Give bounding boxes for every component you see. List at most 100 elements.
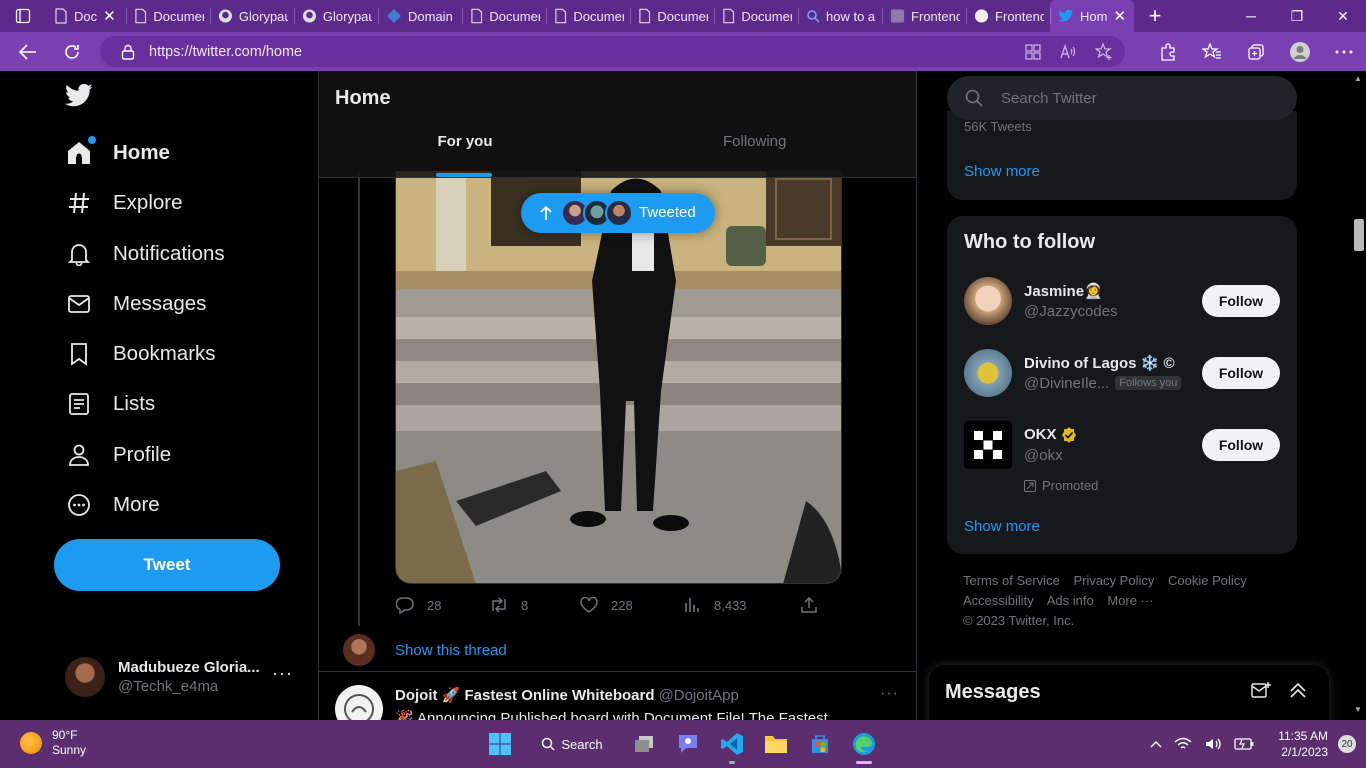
address-bar[interactable]: https://twitter.com/home — [100, 36, 1125, 67]
footer-cookie-link[interactable]: Cookie Policy — [1168, 573, 1247, 588]
follow-button[interactable]: Follow — [1202, 285, 1280, 317]
new-tab-button[interactable]: + — [1138, 0, 1172, 32]
start-button[interactable] — [478, 722, 522, 766]
tweet[interactable]: Dojoit 🚀 Fastest Online Whiteboard @Dojoi… — [319, 673, 916, 720]
messages-drawer[interactable]: Messages — [929, 665, 1329, 720]
follow-suggestion[interactable]: Jasmine👩‍🚀 @Jazzycodes Follow — [947, 277, 1297, 349]
favorites-button[interactable] — [1190, 32, 1234, 71]
follow-button[interactable]: Follow — [1202, 357, 1280, 389]
follow-suggestion[interactable]: Divino of Lagos ❄️ © @DivineIle... Follow… — [947, 349, 1297, 421]
tab-actions-menu[interactable] — [0, 0, 46, 32]
task-view-button[interactable] — [622, 722, 666, 766]
browser-tab[interactable]: Documer — [714, 0, 798, 32]
search-input[interactable] — [1001, 89, 1271, 107]
browser-tab[interactable]: Documer — [630, 0, 714, 32]
browser-menu-button[interactable] — [1322, 32, 1366, 71]
scrollbar-thumb[interactable] — [1354, 219, 1364, 251]
extensions-button[interactable] — [1146, 32, 1190, 71]
browser-tab[interactable]: how to a — [798, 0, 882, 32]
follow-handle[interactable]: @Jazzycodes — [1024, 303, 1118, 320]
refresh-button[interactable] — [50, 32, 94, 71]
share-button[interactable] — [799, 595, 819, 615]
vscode-button[interactable] — [710, 722, 754, 766]
follow-suggestion[interactable]: OKX @okx Promoted Follow — [947, 421, 1297, 493]
tweet-author-name[interactable]: Dojoit 🚀 Fastest Online Whiteboard — [395, 687, 655, 704]
add-favorite-icon[interactable] — [1095, 42, 1113, 61]
browser-tab[interactable]: Frontend — [882, 0, 966, 32]
profile-button[interactable] — [1278, 32, 1322, 71]
new-tweets-pill[interactable]: Tweeted — [521, 193, 715, 233]
sidebar-item-lists[interactable]: Lists — [64, 384, 155, 424]
browser-tab[interactable]: Doc ✕ — [46, 0, 126, 32]
restore-button[interactable]: ❐ — [1274, 0, 1320, 32]
views-button[interactable]: 8,433 — [682, 595, 747, 615]
browser-tab-active[interactable]: Hom ✕ — [1050, 0, 1134, 32]
browser-tab[interactable]: Documer — [126, 0, 210, 32]
browser-tab[interactable]: Domain — [378, 0, 462, 32]
close-icon[interactable]: ✕ — [103, 9, 116, 24]
minimize-button[interactable]: ─ — [1228, 0, 1274, 32]
collections-button[interactable] — [1234, 32, 1278, 71]
close-icon[interactable]: ✕ — [1113, 9, 1126, 24]
sidebar-item-notifications[interactable]: Notifications — [64, 234, 225, 274]
back-button[interactable] — [6, 32, 50, 71]
sidebar-item-more[interactable]: More — [64, 485, 160, 525]
expand-up-icon[interactable] — [1289, 681, 1307, 699]
follow-name[interactable]: Jasmine👩‍🚀 — [1024, 282, 1103, 300]
like-button[interactable]: 228 — [579, 595, 633, 615]
show-more-link[interactable]: Show more — [964, 163, 1040, 180]
volume-icon[interactable] — [1204, 737, 1222, 751]
sidebar-item-profile[interactable]: Profile — [64, 435, 171, 475]
footer-more-link[interactable]: More ··· — [1107, 593, 1153, 608]
app-available-icon[interactable] — [1025, 43, 1041, 60]
footer-accessibility-link[interactable]: Accessibility — [963, 593, 1034, 608]
weather-widget[interactable]: 90°F Sunny — [20, 728, 86, 758]
scroll-down-arrow-icon[interactable]: ▼ — [1353, 705, 1363, 714]
scroll-up-arrow-icon[interactable]: ▲ — [1353, 74, 1363, 83]
notification-count-badge[interactable]: 20 — [1338, 735, 1356, 753]
avatar[interactable] — [335, 685, 383, 720]
footer-ads-info-link[interactable]: Ads info — [1047, 593, 1094, 608]
browser-tab[interactable]: Glorypau — [294, 0, 378, 32]
avatar[interactable] — [964, 421, 1012, 469]
avatar[interactable] — [964, 349, 1012, 397]
more-horizontal-icon[interactable]: ··· — [272, 663, 293, 684]
follow-name[interactable]: Divino of Lagos ❄️ © — [1024, 354, 1175, 372]
tweet-button[interactable]: Tweet — [54, 539, 280, 591]
chevron-up-icon[interactable] — [1150, 740, 1162, 748]
edge-button[interactable] — [842, 722, 886, 766]
sidebar-item-explore[interactable]: Explore — [64, 183, 183, 223]
account-switcher[interactable]: Madubueze Gloria... @Techk_e4ma ··· — [65, 657, 305, 697]
chat-button[interactable] — [666, 722, 710, 766]
close-window-button[interactable]: ✕ — [1320, 0, 1366, 32]
sidebar-item-bookmarks[interactable]: Bookmarks — [64, 334, 216, 374]
show-thread-row[interactable]: Show this thread — [319, 627, 916, 672]
footer-terms-link[interactable]: Terms of Service — [963, 573, 1060, 588]
store-button[interactable] — [798, 722, 842, 766]
show-more-link[interactable]: Show more — [964, 518, 1040, 535]
follow-button[interactable]: Follow — [1202, 429, 1280, 461]
browser-tab[interactable]: Documer — [546, 0, 630, 32]
taskbar-search-button[interactable]: Search — [524, 728, 620, 760]
browser-tab[interactable]: Glorypau — [210, 0, 294, 32]
tweet-author-handle[interactable]: @DojoitApp — [659, 687, 739, 704]
battery-icon[interactable] — [1234, 738, 1254, 750]
wifi-icon[interactable] — [1174, 737, 1192, 751]
browser-tab[interactable]: Documer — [462, 0, 546, 32]
reply-button[interactable]: 28 — [395, 595, 441, 615]
new-message-icon[interactable] — [1251, 681, 1271, 699]
follow-name[interactable]: OKX — [1024, 426, 1077, 443]
tab-following[interactable]: Following — [723, 133, 786, 150]
file-explorer-button[interactable] — [754, 722, 798, 766]
more-horizontal-icon[interactable]: ··· — [880, 685, 899, 703]
follow-handle[interactable]: @okx — [1024, 447, 1063, 464]
show-thread-link[interactable]: Show this thread — [395, 642, 507, 659]
retweet-button[interactable]: 8 — [489, 595, 528, 615]
browser-tab[interactable]: Frontend — [966, 0, 1050, 32]
avatar[interactable] — [964, 277, 1012, 325]
footer-privacy-link[interactable]: Privacy Policy — [1073, 573, 1154, 588]
sidebar-item-messages[interactable]: Messages — [64, 284, 206, 324]
tab-for-you[interactable]: For you — [437, 133, 493, 150]
system-clock[interactable]: 11:35 AM 2/1/2023 — [1278, 728, 1328, 760]
read-aloud-icon[interactable] — [1059, 43, 1077, 60]
